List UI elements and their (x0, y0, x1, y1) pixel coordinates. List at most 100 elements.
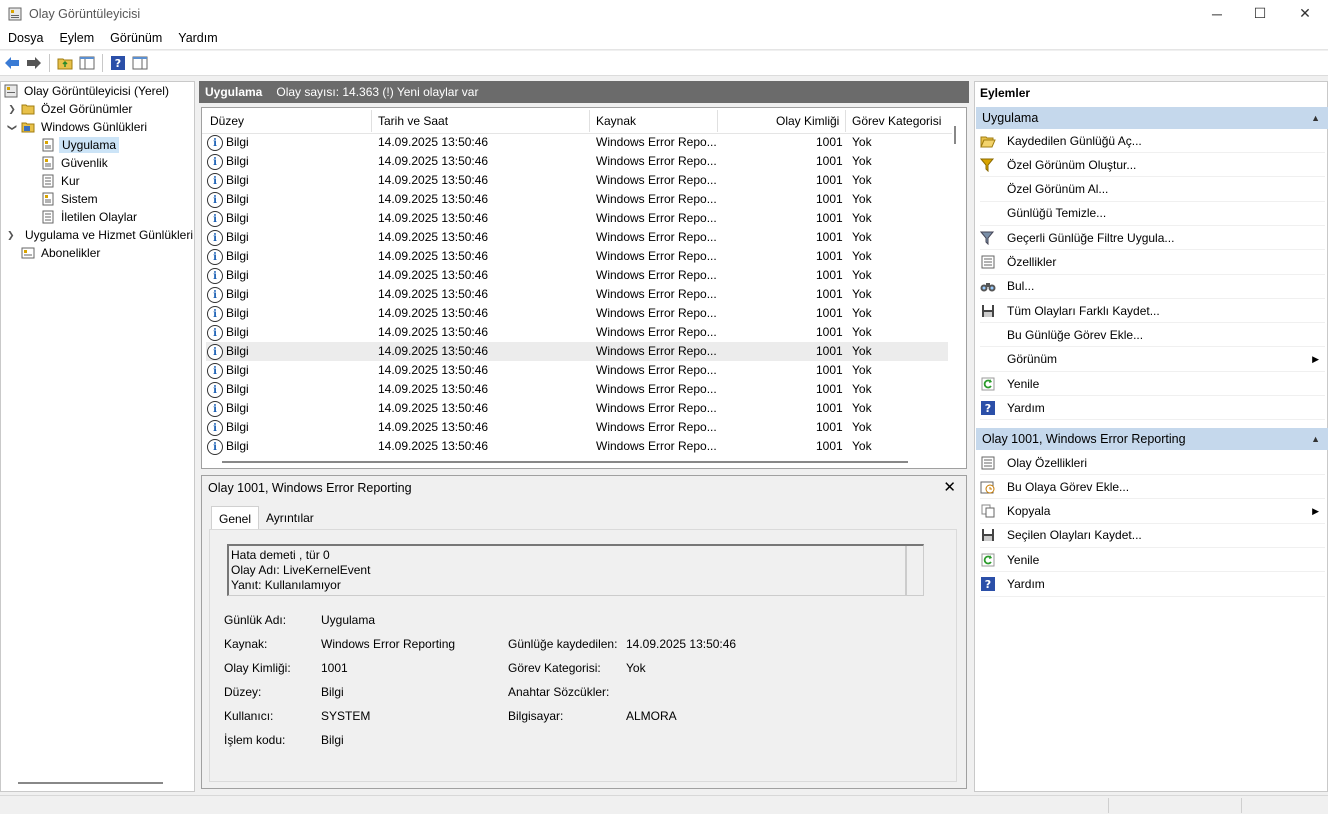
tree-item-custom-views[interactable]: ❯ Özel Görünümler (7, 100, 134, 118)
navigation-tree: Olay Görüntüleyicisi (Yerel) ❯ Özel Görü… (0, 81, 195, 792)
tree-item-windows-logs[interactable]: ❯ Windows Günlükleri (7, 118, 149, 136)
action-bu-olaya-görev-ekle[interactable]: Bu Olaya Görev Ekle... (980, 475, 1325, 500)
minimize-button[interactable]: ─ (1194, 0, 1240, 27)
message-line: Yanıt: Kullanılamıyor (231, 578, 341, 592)
event-viewer-icon (8, 7, 22, 20)
table-row[interactable]: i Bilgi 14.09.2025 13:50:46 Windows Error R… (206, 209, 948, 228)
show-hide-tree-button[interactable] (76, 52, 98, 74)
tree-item-application[interactable]: Uygulama (41, 136, 120, 154)
table-row[interactable]: i Bilgi 14.09.2025 13:50:46 Windows Error R… (206, 380, 948, 399)
event-count: Olay sayısı: 14.363 (!) Yeni olaylar var (276, 85, 479, 99)
close-icon[interactable]: ✕ (943, 478, 956, 496)
tab-general[interactable]: Genel (211, 506, 260, 530)
table-row[interactable]: i Bilgi 14.09.2025 13:50:46 Windows Error R… (206, 399, 948, 418)
action-bul[interactable]: Bul... (980, 275, 1325, 299)
action-label: Özel Görünüm Oluştur... (1007, 157, 1137, 172)
action-label: Bu Günlüğe Görev Ekle... (1007, 327, 1144, 342)
tree-item-system[interactable]: Sistem (41, 190, 100, 208)
event-viewer-icon (4, 84, 18, 98)
back-button[interactable] (1, 52, 23, 74)
action-label: Bu Olaya Görev Ekle... (1007, 479, 1130, 494)
info-icon: i (207, 363, 223, 379)
event-message-box[interactable]: Hata demeti , tür 0 Olay Adı: LiveKernel… (227, 544, 924, 596)
cell-level: Bilgi (226, 420, 249, 434)
cell-source: Windows Error Repo... (596, 135, 717, 149)
up-folder-button[interactable] (54, 52, 76, 74)
blank-icon (980, 351, 996, 367)
menu-action[interactable]: Eylem (51, 31, 102, 45)
close-button[interactable]: ✕ (1282, 0, 1328, 27)
action-tüm-olayları-farklı-kaydet[interactable]: Tüm Olayları Farklı Kaydet... (980, 299, 1325, 324)
cell-datetime: 14.09.2025 13:50:46 (378, 173, 489, 187)
table-row[interactable]: i Bilgi 14.09.2025 13:50:46 Windows Error R… (206, 437, 948, 456)
action-görünüm[interactable]: Görünüm ▶ (980, 348, 1325, 372)
column-header-event-id[interactable]: Olay Kimliği (776, 114, 839, 128)
table-row[interactable]: i Bilgi 14.09.2025 13:50:46 Windows Error R… (206, 152, 948, 171)
table-row[interactable]: i Bilgi 14.09.2025 13:50:46 Windows Error R… (206, 418, 948, 437)
cell-event-id: 1001 (816, 154, 843, 168)
action-özellikler[interactable]: Özellikler (980, 251, 1325, 275)
action-yenile[interactable]: Yenile (980, 372, 1325, 396)
menu-help[interactable]: Yardım (170, 31, 225, 45)
table-row[interactable]: i Bilgi 14.09.2025 13:50:46 Windows Error R… (206, 190, 948, 209)
chevron-right-icon[interactable]: ❯ (7, 230, 15, 241)
actions-section-event[interactable]: Olay 1001, Windows Error Reporting ▲ (976, 428, 1328, 450)
value-computer: ALMORA (626, 709, 677, 723)
action-yardım[interactable]: ? Yardım (980, 573, 1325, 597)
tree-item-security[interactable]: Güvenlik (41, 154, 110, 172)
tree-item-app-service-logs[interactable]: ❯ Uygulama ve Hizmet Günlükleri (7, 226, 195, 244)
action-özel-görünüm-al[interactable]: Özel Görünüm Al... (980, 178, 1325, 202)
cell-task-category: Yok (852, 135, 872, 149)
actions-section-log[interactable]: Uygulama ▲ (976, 107, 1328, 129)
chevron-down-icon[interactable]: ❯ (7, 122, 18, 132)
save-icon (980, 527, 996, 543)
action-olay-özellikleri[interactable]: Olay Özellikleri (980, 451, 1325, 475)
table-row[interactable]: i Bilgi 14.09.2025 13:50:46 Windows Error R… (206, 361, 948, 380)
cell-level: Bilgi (226, 363, 249, 377)
column-header-source[interactable]: Kaynak (596, 114, 636, 128)
table-row[interactable]: i Bilgi 14.09.2025 13:50:46 Windows Error R… (206, 304, 948, 323)
collapse-icon[interactable]: ▲ (1311, 113, 1320, 123)
action-yardım[interactable]: ? Yardım (980, 396, 1325, 421)
maximize-button[interactable]: ☐ (1237, 0, 1283, 27)
table-row[interactable]: i Bilgi 14.09.2025 13:50:46 Windows Error R… (206, 247, 948, 266)
table-row[interactable]: i Bilgi 14.09.2025 13:50:46 Windows Error R… (206, 228, 948, 247)
column-header-task-category[interactable]: Görev Kategorisi (852, 114, 941, 128)
horizontal-scrollbar[interactable] (222, 461, 908, 463)
table-row[interactable]: i Bilgi 14.09.2025 13:50:46 Windows Error R… (206, 323, 948, 342)
action-kopyala[interactable]: Kopyala ▶ (980, 500, 1325, 524)
vertical-scrollbar[interactable] (954, 126, 956, 144)
table-row[interactable]: i Bilgi 14.09.2025 13:50:46 Windows Error R… (206, 133, 948, 152)
action-yenile[interactable]: Yenile (980, 548, 1325, 573)
tree-item-subscriptions[interactable]: Abonelikler (21, 244, 102, 262)
table-row[interactable]: i Bilgi 14.09.2025 13:50:46 Windows Error R… (206, 342, 948, 361)
tab-details[interactable]: Ayrıntılar (259, 506, 321, 530)
collapse-icon[interactable]: ▲ (1311, 434, 1320, 444)
table-row[interactable]: i Bilgi 14.09.2025 13:50:46 Windows Error R… (206, 266, 948, 285)
cell-source: Windows Error Repo... (596, 363, 717, 377)
column-header-datetime[interactable]: Tarih ve Saat (378, 114, 448, 128)
menu-view[interactable]: Görünüm (102, 31, 170, 45)
horizontal-scrollbar[interactable] (18, 782, 163, 784)
show-action-pane-button[interactable] (129, 52, 151, 74)
menu-file[interactable]: Dosya (0, 31, 51, 45)
cell-event-id: 1001 (816, 401, 843, 415)
chevron-right-icon[interactable]: ❯ (7, 104, 17, 115)
table-row[interactable]: i Bilgi 14.09.2025 13:50:46 Windows Error R… (206, 285, 948, 304)
tree-item-root[interactable]: Olay Görüntüleyicisi (Yerel) (4, 82, 171, 100)
action-geçerli-günlüğe-filtre-uygula[interactable]: Geçerli Günlüğe Filtre Uygula... (980, 226, 1325, 251)
action-seçilen-olayları-kaydet[interactable]: Seçilen Olayları Kaydet... (980, 524, 1325, 548)
table-row[interactable]: i Bilgi 14.09.2025 13:50:46 Windows Error R… (206, 171, 948, 190)
action-özel-görünüm-oluştur[interactable]: Özel Görünüm Oluştur... (980, 153, 1325, 178)
tree-item-setup[interactable]: Kur (41, 172, 82, 190)
cell-level: Bilgi (226, 154, 249, 168)
action-kaydedilen-günlüğü-aç[interactable]: Kaydedilen Günlüğü Aç... (980, 129, 1325, 153)
action-günlüğü-temizle[interactable]: Günlüğü Temizle... (980, 202, 1325, 226)
column-header-level[interactable]: Düzey (210, 114, 244, 128)
message-scrollbar[interactable] (905, 546, 907, 595)
subscriptions-icon (21, 247, 35, 259)
help-toolbar-button[interactable]: ? (107, 52, 129, 74)
action-bu-günlüğe-görev-ekle[interactable]: Bu Günlüğe Görev Ekle... (980, 323, 1325, 348)
forward-button[interactable] (23, 52, 45, 74)
tree-item-forwarded-events[interactable]: İletilen Olaylar (41, 208, 139, 226)
